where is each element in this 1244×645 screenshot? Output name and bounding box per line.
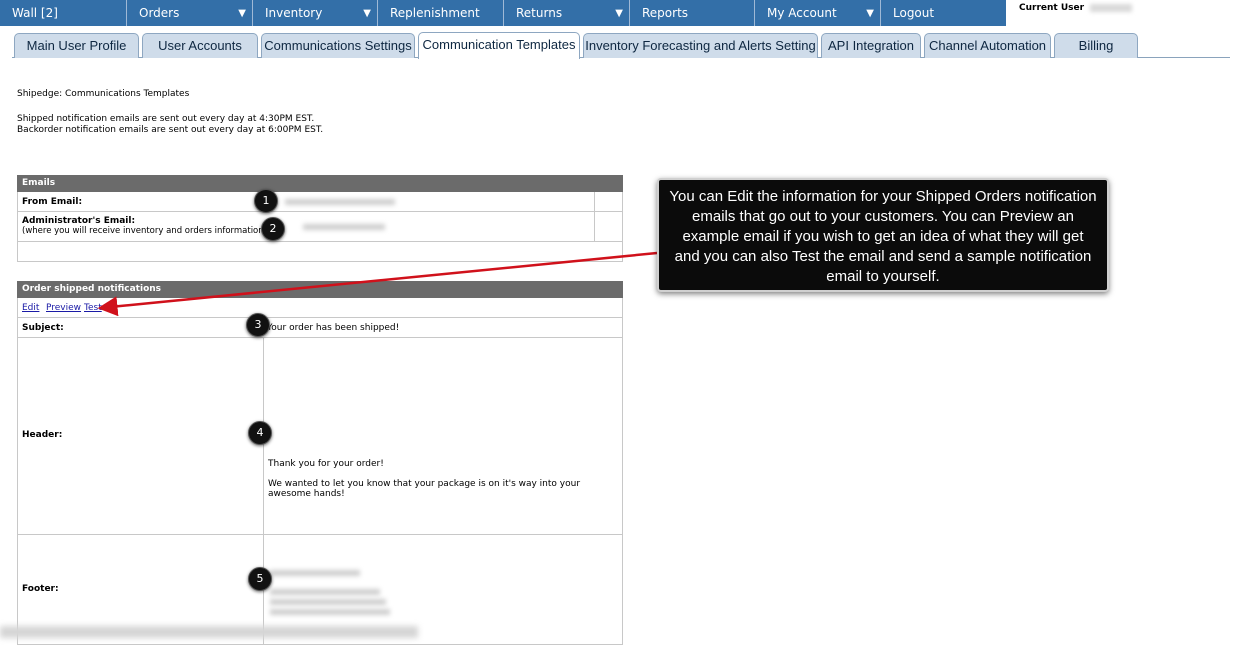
tooltip-callout: You can Edit the information for your Sh… [657, 178, 1109, 292]
nav-logout-label: Logout [893, 6, 935, 20]
nav-returns[interactable]: Returns ▼ [504, 0, 630, 26]
nav-my-account[interactable]: My Account ▼ [755, 0, 881, 26]
footer-value-redacted [270, 599, 386, 605]
nav-wall[interactable]: Wall [2] [0, 0, 127, 26]
divider [594, 192, 595, 212]
edit-link[interactable]: Edit [22, 303, 39, 313]
footer-label: Footer: [22, 584, 59, 594]
nav-inventory-label: Inventory [265, 6, 323, 20]
subject-label: Subject: [22, 323, 64, 333]
tab-billing[interactable]: Billing [1054, 33, 1138, 58]
nav-inventory[interactable]: Inventory ▼ [253, 0, 378, 26]
shipped-actions-row: Edit Preview Test [17, 298, 623, 318]
chevron-down-icon: ▼ [238, 8, 246, 19]
nav-reports-label: Reports [642, 6, 689, 20]
admin-email-value-redacted [303, 224, 385, 230]
step-badge-4: 4 [248, 421, 272, 445]
divider [594, 212, 595, 242]
status-bar-redacted [0, 626, 418, 638]
top-nav: Wall [2] Orders ▼ Inventory ▼ Replenishmen… [0, 0, 1006, 26]
chevron-down-icon: ▼ [615, 8, 623, 19]
backorder-schedule-note: Backorder notification emails are sent o… [17, 125, 324, 135]
tab-channel-automation[interactable]: Channel Automation [924, 33, 1051, 58]
order-shipped-section-header: Order shipped notifications [17, 281, 623, 298]
nav-wall-label: Wall [2] [12, 6, 58, 20]
shipped-schedule-note: Shipped notification emails are sent out… [17, 114, 315, 124]
tab-api-integration[interactable]: API Integration [821, 33, 921, 58]
nav-replenishment-label: Replenishment [390, 6, 480, 20]
current-user-label: Current User [1019, 3, 1085, 13]
nav-orders-label: Orders [139, 6, 180, 20]
nav-my-account-label: My Account [767, 6, 837, 20]
from-email-label: From Email: [22, 197, 83, 207]
nav-reports[interactable]: Reports [630, 0, 755, 26]
tab-communication-templates[interactable]: Communication Templates [418, 32, 580, 59]
step-badge-5: 5 [248, 567, 272, 591]
step-badge-2: 2 [261, 217, 285, 241]
header-label: Header: [22, 430, 63, 440]
tab-communications-settings[interactable]: Communications Settings [261, 33, 415, 58]
tab-main-user-profile[interactable]: Main User Profile [14, 33, 139, 58]
current-user: Current User [1019, 3, 1133, 13]
step-badge-1: 1 [254, 189, 278, 213]
nav-returns-label: Returns [516, 6, 563, 20]
nav-logout[interactable]: Logout [881, 0, 1006, 26]
admin-email-row: Administrator's Email: (where you will r… [17, 212, 623, 242]
admin-email-note: (where you will receive inventory and or… [22, 226, 267, 236]
step-badge-3: 3 [246, 313, 270, 337]
subject-value: Your order has been shipped! [267, 323, 400, 333]
chevron-down-icon: ▼ [363, 8, 371, 19]
page-title: Shipedge: Communications Templates [17, 89, 190, 99]
current-user-name-redacted [1090, 3, 1133, 12]
header-message: We wanted to let you know that your pack… [268, 479, 581, 499]
nav-orders[interactable]: Orders ▼ [127, 0, 253, 26]
header-row: Header: Thank you for your order! We wan… [17, 338, 623, 535]
footer-value-redacted [270, 570, 360, 576]
from-email-row: From Email: [17, 192, 623, 212]
admin-email-label: Administrator's Email: [22, 216, 136, 226]
from-email-value-redacted [285, 199, 395, 205]
footer-value-redacted [270, 609, 390, 615]
chevron-down-icon: ▼ [866, 8, 874, 19]
header-thank-you: Thank you for your order! [268, 459, 384, 469]
tab-inventory-forecasting[interactable]: Inventory Forecasting and Alerts Setting [583, 33, 818, 58]
tab-user-accounts[interactable]: User Accounts [142, 33, 258, 58]
test-link[interactable]: Test [84, 303, 102, 313]
emails-spacer-row [17, 242, 623, 262]
footer-value-redacted [270, 589, 380, 595]
emails-section-header: Emails [17, 175, 623, 192]
preview-link[interactable]: Preview [46, 303, 81, 313]
nav-replenishment[interactable]: Replenishment [378, 0, 504, 26]
subject-row: Subject: Your order has been shipped! [17, 318, 623, 338]
